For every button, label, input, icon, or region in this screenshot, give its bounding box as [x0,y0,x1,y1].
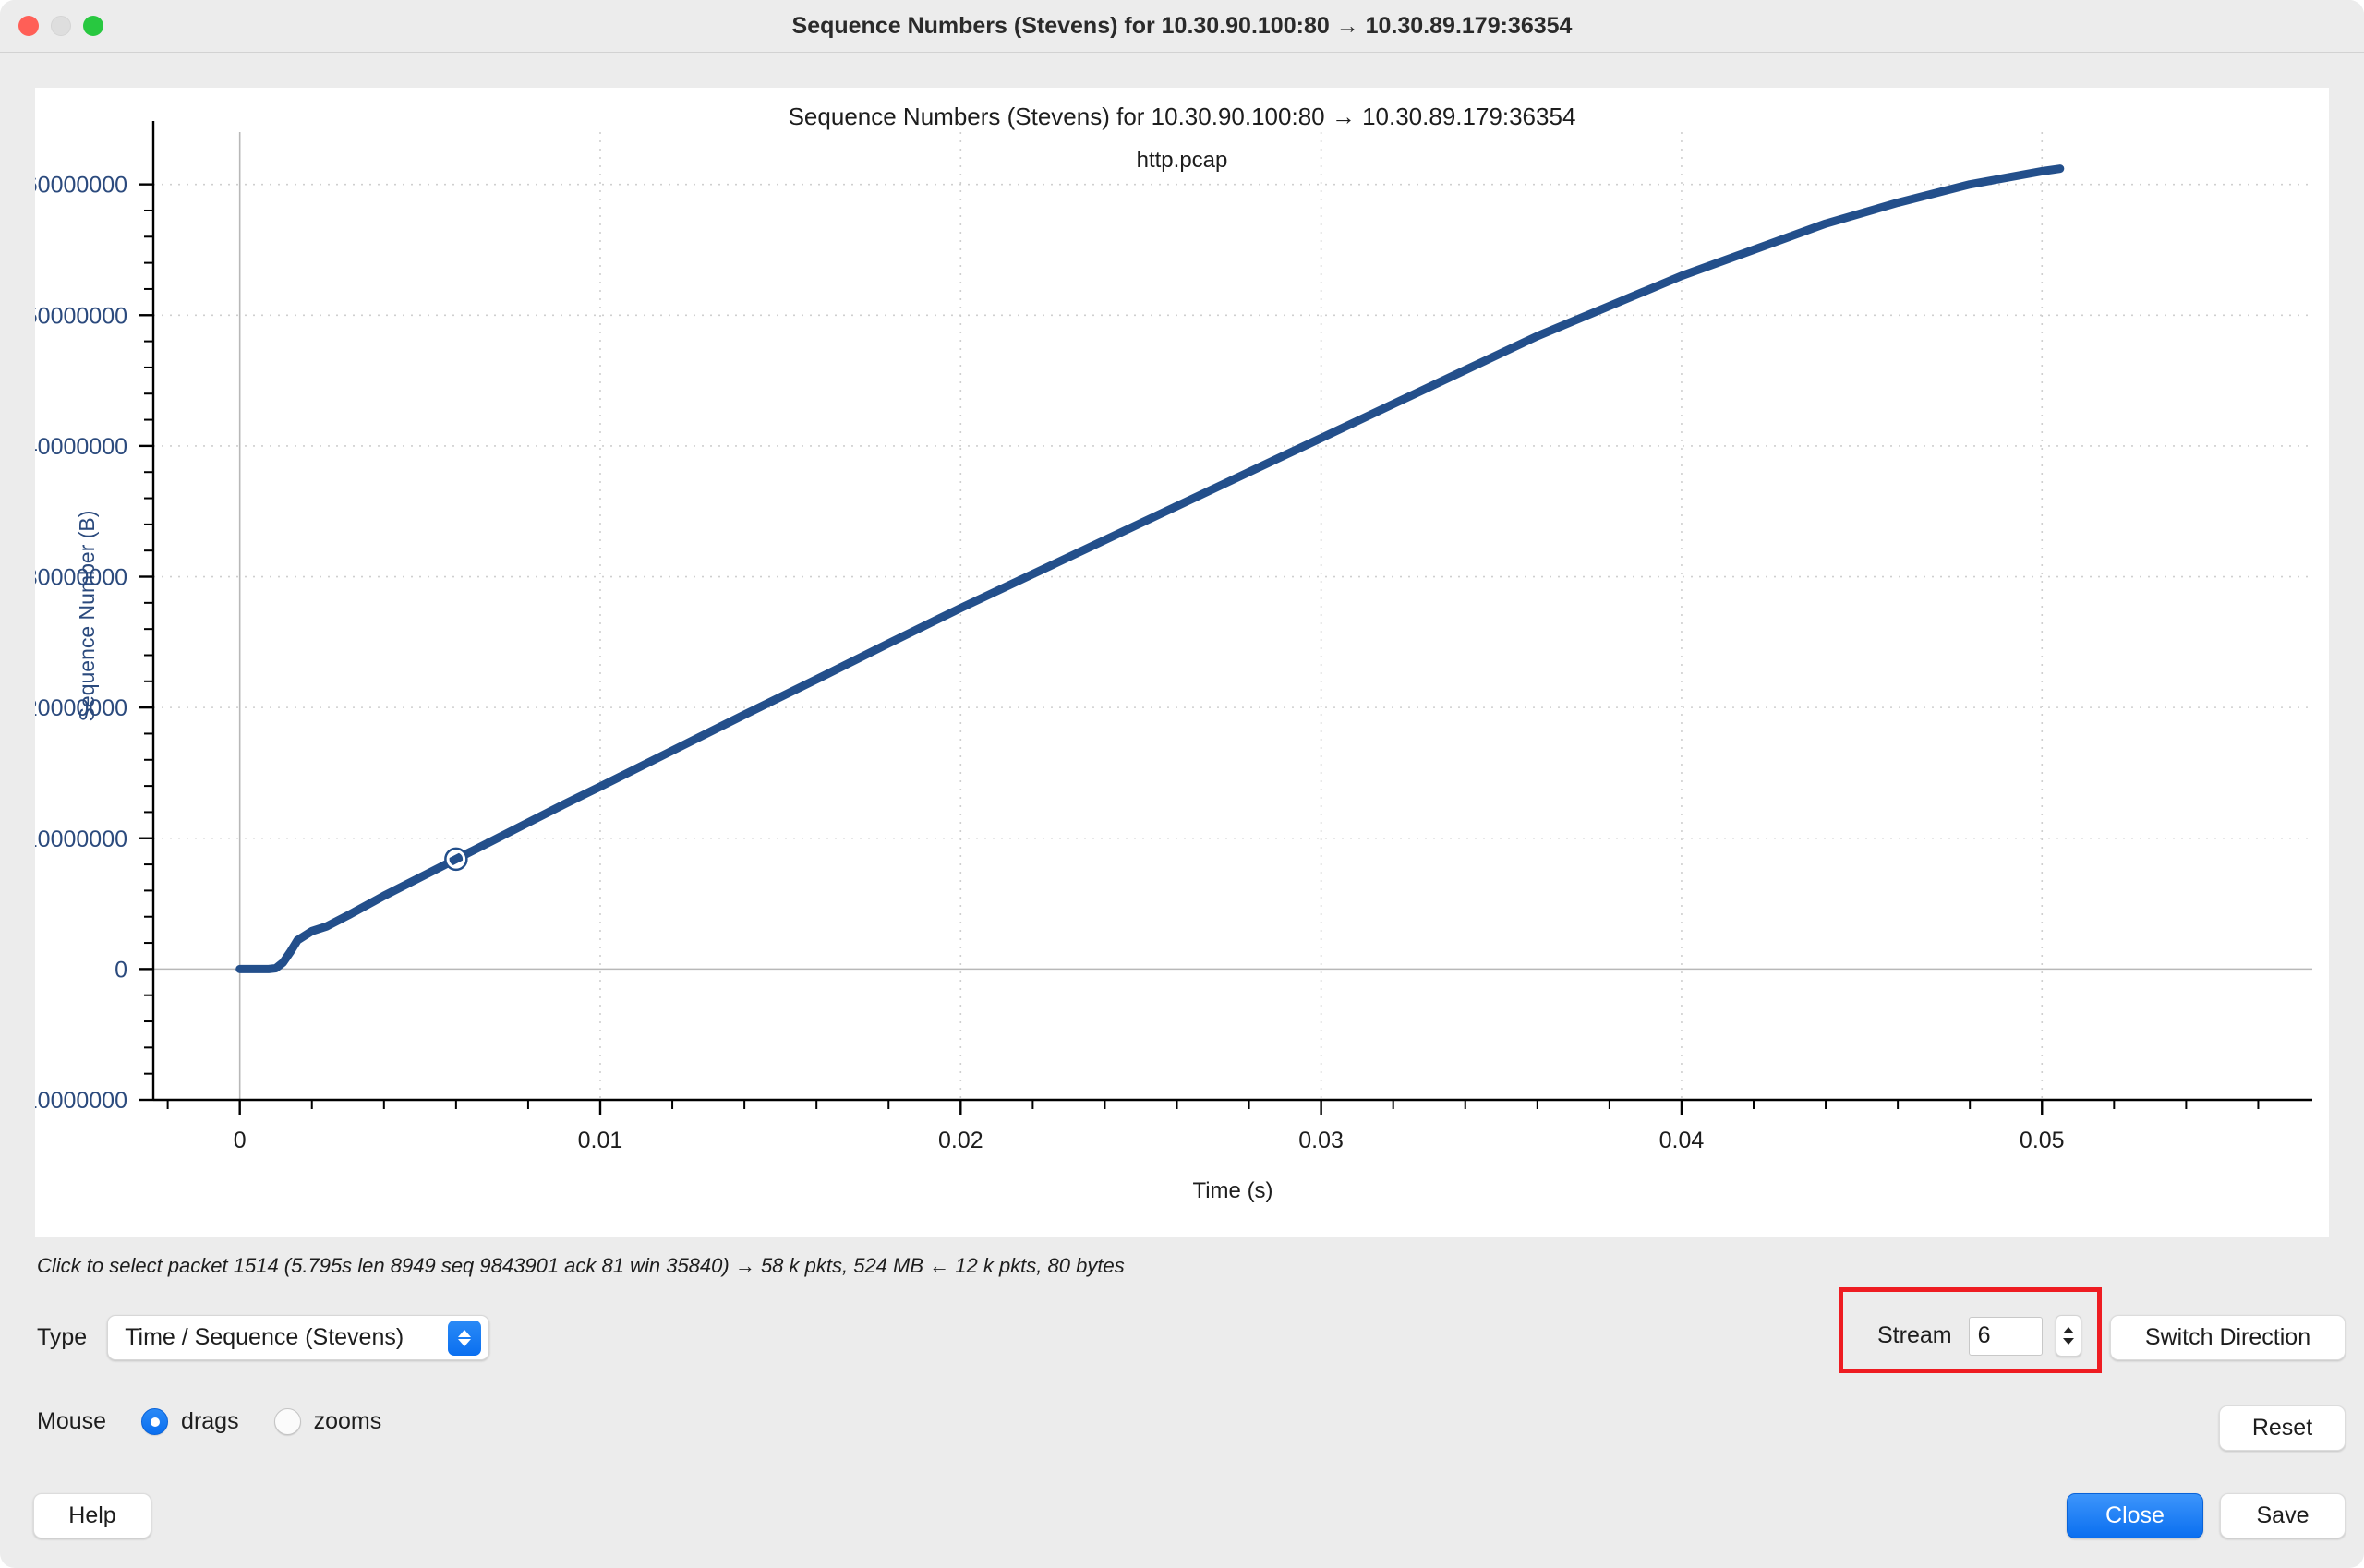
x-tick-label: 0.02 [938,1128,983,1153]
data-series-layer [235,164,2065,973]
stepper-down-icon[interactable] [2062,1338,2074,1345]
radio-zooms-icon[interactable] [273,1408,301,1435]
x-axis-title: Time (s) [1192,1178,1272,1203]
stream-control-group: Stream 6 [1877,1315,2081,1357]
gridlines-layer [153,132,2312,1101]
stream-graph-window: Sequence Numbers (Stevens) for 10.30.90.… [0,0,2364,1568]
window-title: Sequence Numbers (Stevens) for 10.30.90.… [791,13,1573,39]
mouse-drags-label: drags [181,1408,239,1434]
sequence-number-series[interactable] [235,164,2065,973]
radio-drags-icon[interactable] [141,1408,169,1435]
sequence-number-plot[interactable]: −100000000100000002000000030000000400000… [35,88,2329,1237]
save-button[interactable]: Save [2220,1493,2346,1538]
y-axis-title: Sequence Number (B) [75,511,99,722]
chevron-updown-icon[interactable] [448,1320,482,1356]
axis-labels-layer: −100000000100000002000000030000000400000… [35,173,2065,1203]
type-control-row: Type Time / Sequence (Stevens) [37,1315,490,1360]
stepper-up-icon[interactable] [2062,1327,2074,1333]
y-tick-label: 60000000 [35,173,127,199]
mouse-drags-option[interactable]: drags [141,1408,239,1435]
stream-number-input[interactable]: 6 [1968,1316,2043,1356]
x-tick-label: 0.03 [1298,1128,1344,1153]
close-button[interactable]: Close [2067,1493,2203,1538]
y-tick-label: 50000000 [35,303,127,329]
axes-layer [151,121,2312,1102]
x-tick-label: 0.01 [578,1128,623,1153]
status-hint-text: Click to select packet 1514 (5.795s len … [37,1254,1125,1277]
type-label: Type [37,1324,88,1350]
mouse-label: Mouse [37,1408,107,1434]
graph-type-dropdown[interactable]: Time / Sequence (Stevens) [107,1315,490,1360]
x-tick-label: 0.04 [1659,1128,1705,1153]
mouse-mode-row: Mouse drags zooms [37,1408,381,1435]
stream-label: Stream [1877,1322,1952,1348]
x-tick-label: 0.05 [2020,1128,2065,1153]
help-button[interactable]: Help [33,1493,151,1538]
tick-marks-layer [139,183,2260,1115]
y-tick-label: 40000000 [35,434,127,460]
y-tick-label: −10000000 [35,1088,127,1114]
y-tick-label: 10000000 [35,826,127,852]
mouse-zooms-label: zooms [313,1408,382,1434]
mouse-zooms-option[interactable]: zooms [273,1408,382,1435]
x-tick-label: 0 [234,1128,247,1153]
reset-button[interactable]: Reset [2219,1405,2346,1451]
title-bar: Sequence Numbers (Stevens) for 10.30.90.… [0,0,2364,53]
switch-direction-button[interactable]: Switch Direction [2110,1315,2346,1360]
graph-type-value: Time / Sequence (Stevens) [125,1324,404,1350]
y-tick-label: 0 [115,957,127,983]
stream-stepper[interactable] [2055,1315,2081,1357]
chart-panel[interactable]: Sequence Numbers (Stevens) for 10.30.90.… [35,88,2329,1237]
